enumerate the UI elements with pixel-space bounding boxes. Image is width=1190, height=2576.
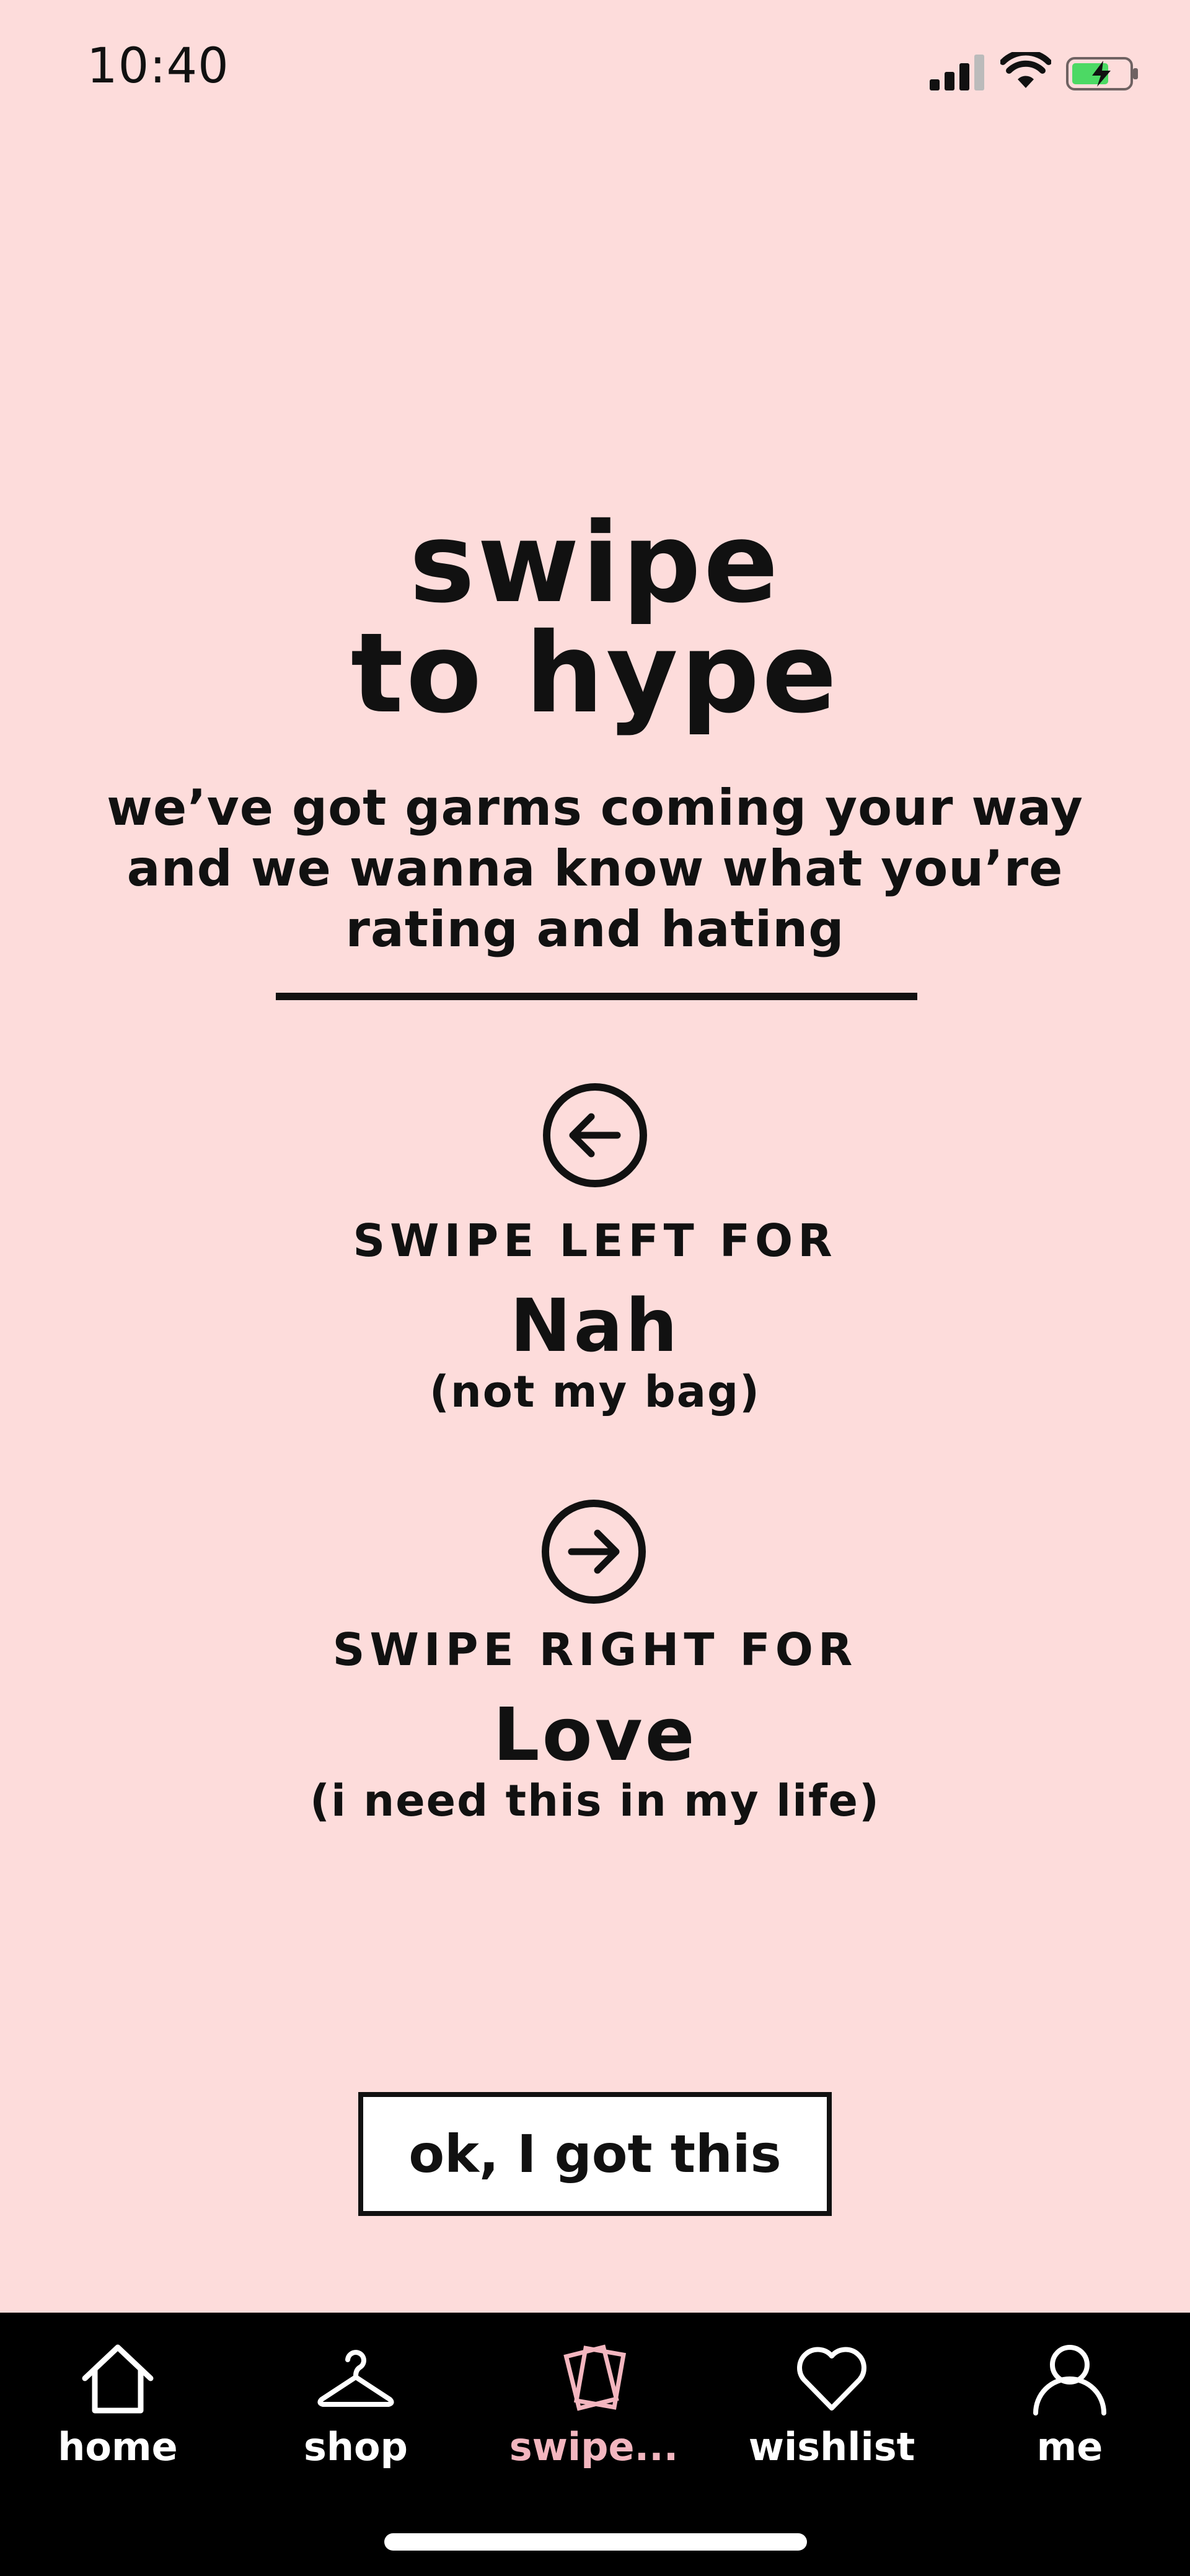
tab-wishlist-label: wishlist <box>748 2424 915 2469</box>
subtitle-line-2: and we wanna know what you’re <box>126 840 1064 897</box>
heart-icon <box>797 2347 866 2411</box>
tab-shop[interactable]: shop <box>263 2337 449 2486</box>
tab-swipe[interactable]: swipe... <box>501 2337 687 2486</box>
swipe-right-label: SWIPE RIGHT FOR <box>332 1624 858 1676</box>
tab-shop-label: shop <box>303 2424 408 2469</box>
arrow-right-circle-icon <box>542 1500 646 1604</box>
swipe-left-desc: (not my bag) <box>429 1366 761 1417</box>
user-icon <box>1033 2345 1106 2416</box>
ok-got-this-button[interactable]: ok, I got this <box>358 2092 832 2216</box>
tab-swipe-label: swipe... <box>509 2424 679 2469</box>
wifi-icon <box>1000 49 1052 89</box>
home-icon <box>82 2344 154 2414</box>
signal-icon <box>930 55 987 90</box>
swipe-right-desc: (i need this in my life) <box>310 1775 880 1826</box>
hanger-icon <box>317 2350 394 2407</box>
swipe-right-value: Love <box>493 1692 697 1777</box>
swipe-left-label: SWIPE LEFT FOR <box>353 1215 837 1267</box>
tab-home-label: home <box>58 2424 178 2469</box>
battery-charging-icon <box>1066 57 1140 90</box>
subtitle-line-1: we’ve got garms coming your way <box>107 779 1083 837</box>
swipe-left-value: Nah <box>509 1283 681 1368</box>
status-bar: 10:40 <box>0 0 1190 149</box>
divider <box>276 993 917 1000</box>
tab-wishlist[interactable]: wishlist <box>739 2337 925 2486</box>
tab-home[interactable]: home <box>25 2337 211 2486</box>
status-time: 10:40 <box>87 38 229 94</box>
title-line-1: swipe <box>409 499 781 627</box>
page-subtitle: we’ve got garms coming your way and we w… <box>99 778 1091 960</box>
home-indicator <box>384 2533 807 2551</box>
page-title: swipe to hype <box>0 508 1190 729</box>
title-line-2: to hype <box>350 609 840 737</box>
tab-me[interactable]: me <box>977 2337 1163 2486</box>
arrow-left-circle-icon <box>543 1083 647 1187</box>
swipe-cards-icon <box>563 2344 627 2411</box>
subtitle-line-3: rating and hating <box>345 900 845 958</box>
tab-me-label: me <box>1036 2424 1103 2469</box>
